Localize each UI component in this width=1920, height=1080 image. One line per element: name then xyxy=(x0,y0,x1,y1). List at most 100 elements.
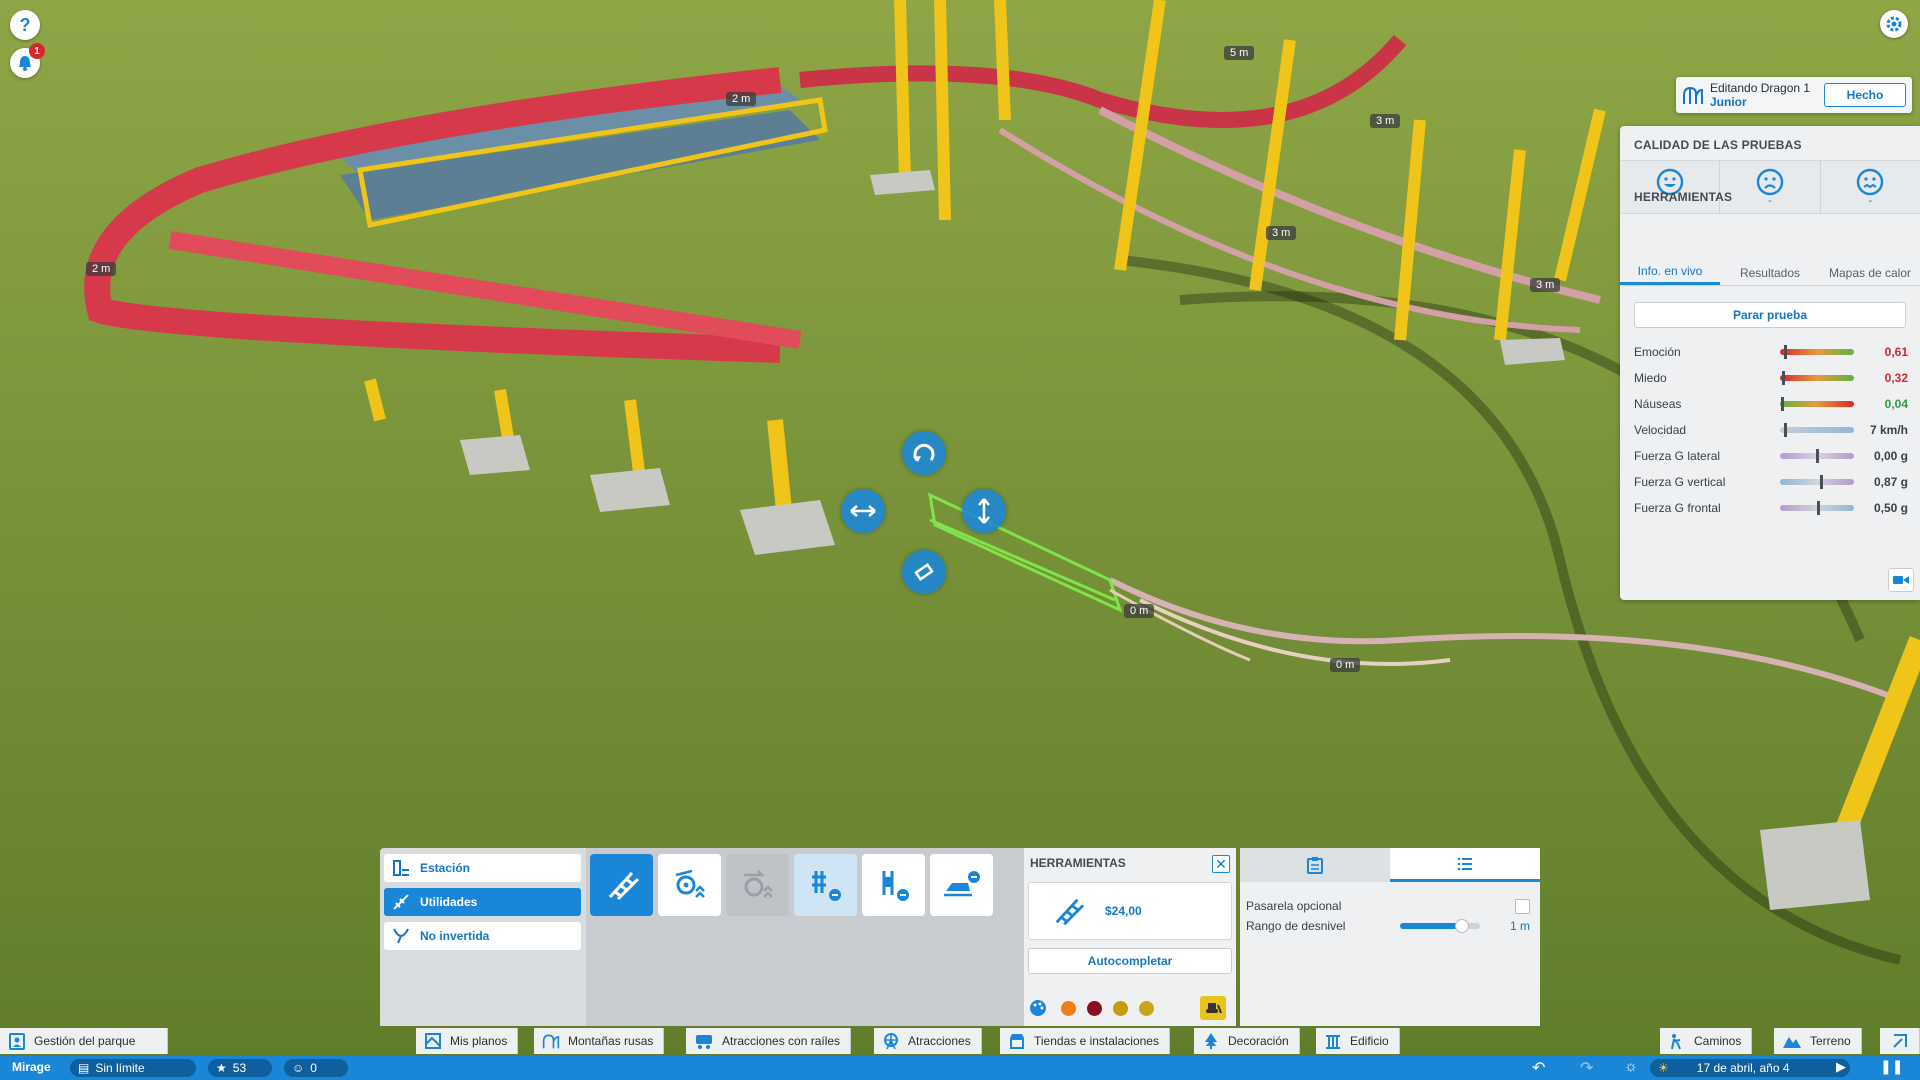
shop-icon xyxy=(1010,1034,1024,1049)
excitement-rating: - xyxy=(1620,161,1721,213)
path-icon xyxy=(1671,1034,1681,1050)
tab-list[interactable] xyxy=(1390,848,1540,882)
undo-icon[interactable]: ↶ xyxy=(1532,1058,1545,1078)
minimize-ui-button[interactable] xyxy=(1880,1028,1920,1054)
distance-label: 3 m xyxy=(1530,278,1561,292)
tab-live-info[interactable]: Info. en vivo xyxy=(1620,260,1720,285)
booster-wheel-icon xyxy=(743,870,773,898)
rotate-loop-handle[interactable] xyxy=(902,431,946,475)
park-rating-pill[interactable]: ★ 53 xyxy=(208,1059,272,1077)
category-station[interactable]: Estación xyxy=(384,854,581,882)
color-swatch-3[interactable] xyxy=(1113,1001,1128,1016)
fear-rating: - xyxy=(1720,161,1821,213)
question-icon: ? xyxy=(19,14,31,35)
stat-row-nausea: Náuseas 0,04 xyxy=(1634,397,1908,411)
palette-icon[interactable] xyxy=(1029,999,1047,1017)
tools-title: HERRAMIENTAS xyxy=(1634,190,1733,204)
train-remove-button[interactable] xyxy=(930,854,993,916)
resize-piece-handle[interactable] xyxy=(902,550,946,594)
guests-pill[interactable]: ☺ 0 xyxy=(284,1059,348,1077)
slider-handle[interactable] xyxy=(1455,919,1470,933)
category-utilities[interactable]: Utilidades xyxy=(384,888,581,916)
brake-remove-button[interactable] xyxy=(794,854,857,916)
test-tabs: Info. en vivo Resultados Mapas de calor xyxy=(1620,260,1920,286)
budget-pill[interactable]: ▤ Sin límite xyxy=(70,1059,196,1077)
menu-track-rides[interactable]: Atracciones con raíles xyxy=(686,1028,852,1054)
lift-wheel-button[interactable] xyxy=(658,854,721,916)
height-range-value: 1 m xyxy=(1509,919,1530,933)
pause-icon[interactable]: ❚❚ xyxy=(1880,1058,1903,1075)
track-piece-button[interactable] xyxy=(590,854,653,916)
ride-edit-bar: Editando Dragon 1 Junior Hecho xyxy=(1676,77,1912,113)
weather-icon[interactable]: ☼ xyxy=(1624,1058,1638,1075)
ferris-wheel-icon xyxy=(884,1033,898,1050)
block-brake-remove-icon xyxy=(882,871,909,901)
collapse-icon xyxy=(1892,1034,1907,1048)
stat-row-speed: Velocidad 7 km/h xyxy=(1634,423,1908,437)
utilities-icon xyxy=(393,894,409,910)
menu-my-blueprints[interactable]: Mis planos xyxy=(416,1028,519,1054)
menu-building[interactable]: Edificio xyxy=(1316,1028,1400,1054)
stop-test-button[interactable]: Parar prueba xyxy=(1634,302,1906,328)
nausea-bar xyxy=(1780,397,1854,411)
test-quality-title: CALIDAD DE LAS PRUEBAS xyxy=(1634,138,1802,152)
tab-results[interactable]: Resultados xyxy=(1720,260,1820,285)
block-brake-remove-button[interactable] xyxy=(862,854,925,916)
track-category-panel: Estación Utilidades No invertida xyxy=(380,848,586,1026)
tab-clipboard[interactable] xyxy=(1240,848,1390,882)
coaster-icon xyxy=(542,1034,560,1049)
move-vertical-handle[interactable] xyxy=(962,489,1006,533)
tools-panel-title: HERRAMIENTAS xyxy=(1030,856,1126,870)
height-range-label: Rango de desnivel xyxy=(1246,919,1346,933)
done-button[interactable]: Hecho xyxy=(1824,83,1906,107)
selected-piece-card[interactable]: $24,00 xyxy=(1028,882,1232,940)
clipboard-person-icon xyxy=(9,1033,25,1050)
close-tools-button[interactable]: ✕ xyxy=(1212,855,1230,873)
fear-bar xyxy=(1780,371,1854,385)
play-icon[interactable]: ▶ xyxy=(1836,1059,1846,1075)
move-horizontal-handle[interactable] xyxy=(841,489,885,533)
ride-camera-button[interactable] xyxy=(1888,568,1914,592)
pillar-icon xyxy=(1326,1035,1340,1049)
menu-decoration[interactable]: Decoración xyxy=(1194,1028,1300,1054)
bulldozer-icon xyxy=(1206,1003,1222,1014)
height-range-row: Rango de desnivel 1 m xyxy=(1246,916,1534,936)
category-non-inverted[interactable]: No invertida xyxy=(384,922,581,950)
menu-paths[interactable]: Caminos xyxy=(1660,1028,1753,1054)
fear-value: 0,32 xyxy=(1884,371,1908,385)
booster-wheel-button[interactable] xyxy=(726,854,789,916)
settings-button[interactable] xyxy=(1880,10,1908,38)
menu-attractions[interactable]: Atracciones xyxy=(874,1028,982,1054)
help-button[interactable]: ? xyxy=(10,10,40,40)
speed-value: 7 km/h xyxy=(1869,423,1908,437)
piece-price: $24,00 xyxy=(1105,904,1142,918)
menu-shops-facilities[interactable]: Tiendas e instalaciones xyxy=(1000,1028,1170,1054)
distance-label: 2 m xyxy=(726,92,757,106)
tab-heat-maps[interactable]: Mapas de calor xyxy=(1820,260,1920,285)
menu-terrain[interactable]: Terreno xyxy=(1774,1028,1862,1054)
color-swatch-1[interactable] xyxy=(1061,1001,1076,1016)
optional-walkway-checkbox[interactable] xyxy=(1515,898,1530,914)
color-swatch-2[interactable] xyxy=(1087,1001,1102,1016)
distance-label: 3 m xyxy=(1266,226,1297,240)
distance-label: 0 m xyxy=(1124,604,1155,618)
menu-park-management[interactable]: Gestión del parque xyxy=(0,1028,168,1054)
color-swatch-4[interactable] xyxy=(1139,1001,1154,1016)
excitement-value: 0,61 xyxy=(1884,345,1908,359)
distance-label: 3 m xyxy=(1370,114,1401,128)
video-camera-icon xyxy=(1893,576,1909,584)
height-range-slider[interactable] xyxy=(1400,919,1480,933)
redo-icon[interactable]: ↷ xyxy=(1580,1058,1593,1078)
menu-roller-coasters[interactable]: Montañas rusas xyxy=(534,1028,665,1054)
bulldozer-button[interactable] xyxy=(1200,996,1226,1020)
stat-row-excitement: Emoción 0,61 xyxy=(1634,345,1908,359)
notifications-button[interactable]: 1 xyxy=(10,43,45,78)
stat-row-frontal-g: Fuerza G frontal 0,50 g xyxy=(1634,501,1908,515)
track-piece-icon xyxy=(1055,898,1085,926)
blueprint-icon xyxy=(425,1033,441,1049)
park-name[interactable]: Mirage xyxy=(12,1060,51,1074)
vertical-g-value: 0,87 g xyxy=(1873,475,1908,489)
optional-walkway-row: Pasarela opcional xyxy=(1246,896,1534,916)
autocomplete-button[interactable]: Autocompletar xyxy=(1028,948,1232,974)
scared-face-icon xyxy=(1756,168,1784,196)
